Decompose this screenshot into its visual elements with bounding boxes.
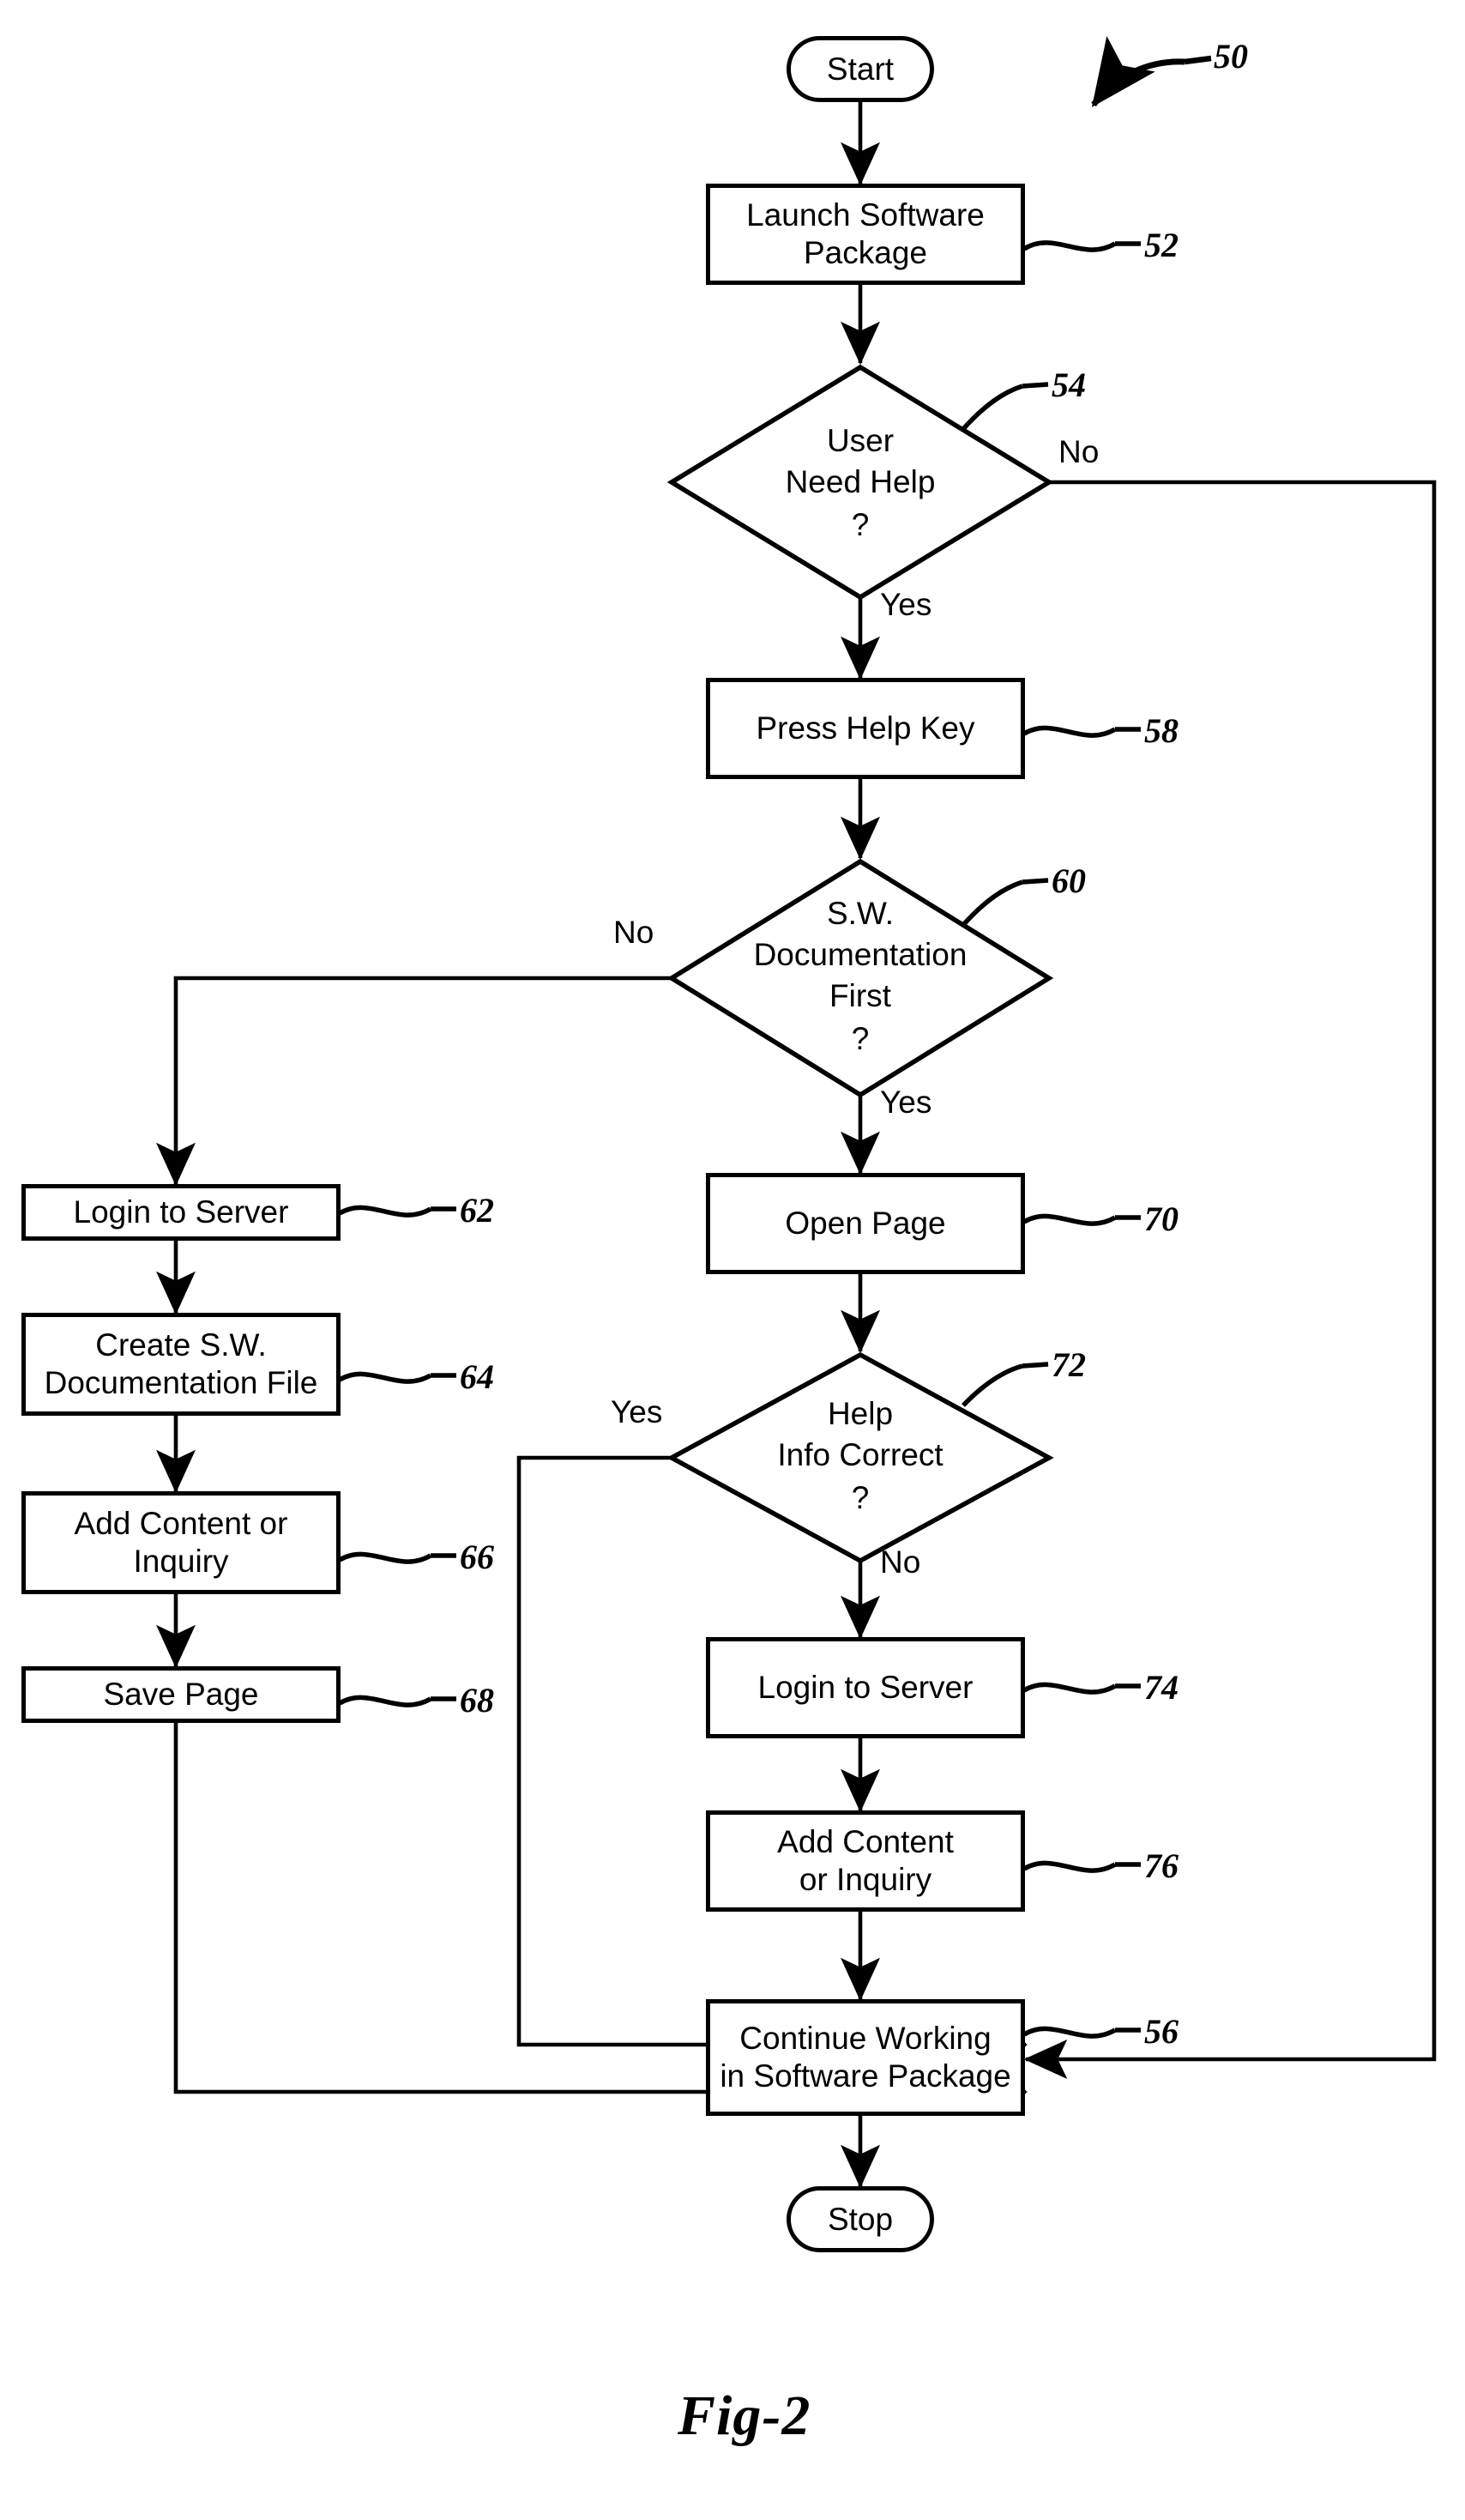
process-login-to-server-74[interactable]: Login to Server: [706, 1637, 1025, 1738]
ref-number-50: 50: [1214, 37, 1248, 76]
process-add-content-or-inquiry-66[interactable]: Add Content or Inquiry: [21, 1491, 341, 1594]
leader-dash-54: [1022, 382, 1049, 389]
leader-76: [1022, 1860, 1117, 1873]
process-add-content-76-line2: or Inquiry: [799, 1862, 932, 1897]
edge-label-doc-first-yes: Yes: [880, 1085, 932, 1120]
ref-number-74: 74: [1144, 1668, 1179, 1707]
process-launch-software-package[interactable]: Launch Software Package: [706, 184, 1025, 285]
process-add-content-66-line1: Add Content or: [74, 1506, 288, 1542]
decision-info-correct-shape: [666, 1351, 1054, 1564]
leader-52: [1022, 240, 1117, 252]
edge-label-need-help-no: No: [1058, 434, 1100, 469]
process-open-page[interactable]: Open Page: [706, 1173, 1025, 1274]
leader-56: [1022, 2026, 1117, 2039]
terminator-stop[interactable]: Stop: [787, 2186, 934, 2252]
leader-dash-50: [1184, 55, 1212, 65]
ref-number-76: 76: [1144, 1846, 1179, 1885]
process-launch-line1: Launch Software: [746, 197, 985, 233]
ref-number-62: 62: [460, 1191, 494, 1230]
process-login-to-server-62-label: Login to Server: [73, 1194, 289, 1230]
process-create-file-line1: Create S.W.: [95, 1327, 267, 1363]
ref-number-56: 56: [1144, 2012, 1179, 2051]
process-create-sw-documentation-file[interactable]: Create S.W. Documentation File: [21, 1313, 341, 1416]
process-open-page-label: Open Page: [785, 1206, 946, 1242]
edge-needhelp-no: [1023, 480, 1437, 2079]
leader-70: [1022, 1213, 1117, 1226]
process-add-content-or-inquiry-76[interactable]: Add Content or Inquiry: [706, 1810, 1025, 1912]
ref-number-58: 58: [1144, 711, 1179, 750]
ref-number-68: 68: [460, 1681, 494, 1719]
edge-label-info-correct-no: No: [880, 1544, 921, 1580]
edge-label-doc-first-no: No: [613, 915, 654, 950]
leader-68: [338, 1695, 432, 1707]
ref-number-52: 52: [1144, 226, 1179, 264]
leader-72: [962, 1363, 1023, 1407]
ref-number-66: 66: [460, 1538, 494, 1576]
figure-ref-pointer: [1091, 36, 1185, 107]
process-add-content-76-line1: Add Content: [777, 1824, 954, 1860]
edge-infocorrect-yes: [516, 1455, 1028, 2065]
leader-dash-72: [1022, 1362, 1049, 1369]
leader-60: [961, 879, 1023, 927]
process-press-help-key-label: Press Help Key: [756, 710, 975, 746]
leader-66: [338, 1551, 432, 1564]
process-save-page[interactable]: Save Page: [21, 1666, 341, 1723]
process-create-file-line2: Documentation File: [44, 1365, 318, 1400]
ref-number-64: 64: [460, 1357, 494, 1396]
process-press-help-key[interactable]: Press Help Key: [706, 678, 1025, 779]
edge-label-info-correct-yes: Yes: [611, 1394, 663, 1429]
terminator-start-label: Start: [826, 51, 895, 87]
leader-dash-60: [1022, 878, 1049, 885]
process-continue-working-line1: Continue Working: [739, 2021, 992, 2057]
terminator-stop-label: Stop: [827, 2201, 894, 2237]
ref-number-60: 60: [1052, 861, 1086, 900]
edge-docfirst-no: [155, 976, 672, 1187]
leader-54: [961, 384, 1023, 431]
leader-58: [1022, 725, 1117, 738]
patent-figure: Start Launch Software Package User Need …: [0, 0, 1465, 2520]
process-save-page-label: Save Page: [103, 1677, 259, 1713]
ref-number-72: 72: [1052, 1345, 1086, 1384]
process-login-to-server-74-label: Login to Server: [757, 1670, 974, 1706]
terminator-start[interactable]: Start: [787, 36, 934, 102]
edge-label-need-help-yes: Yes: [880, 587, 932, 622]
process-launch-line2: Package: [804, 235, 927, 270]
process-continue-working[interactable]: Continue Working in Software Package: [706, 1999, 1025, 2116]
process-add-content-66-line2: Inquiry: [133, 1544, 229, 1579]
leader-62: [338, 1205, 432, 1218]
figure-caption: Fig-2: [678, 2384, 811, 2447]
ref-number-70: 70: [1144, 1200, 1179, 1238]
leader-74: [1022, 1682, 1117, 1695]
leader-64: [338, 1371, 432, 1384]
process-continue-working-line2: in Software Package: [720, 2058, 1011, 2094]
process-login-to-server-62[interactable]: Login to Server: [21, 1184, 341, 1241]
ref-number-54: 54: [1052, 366, 1086, 404]
